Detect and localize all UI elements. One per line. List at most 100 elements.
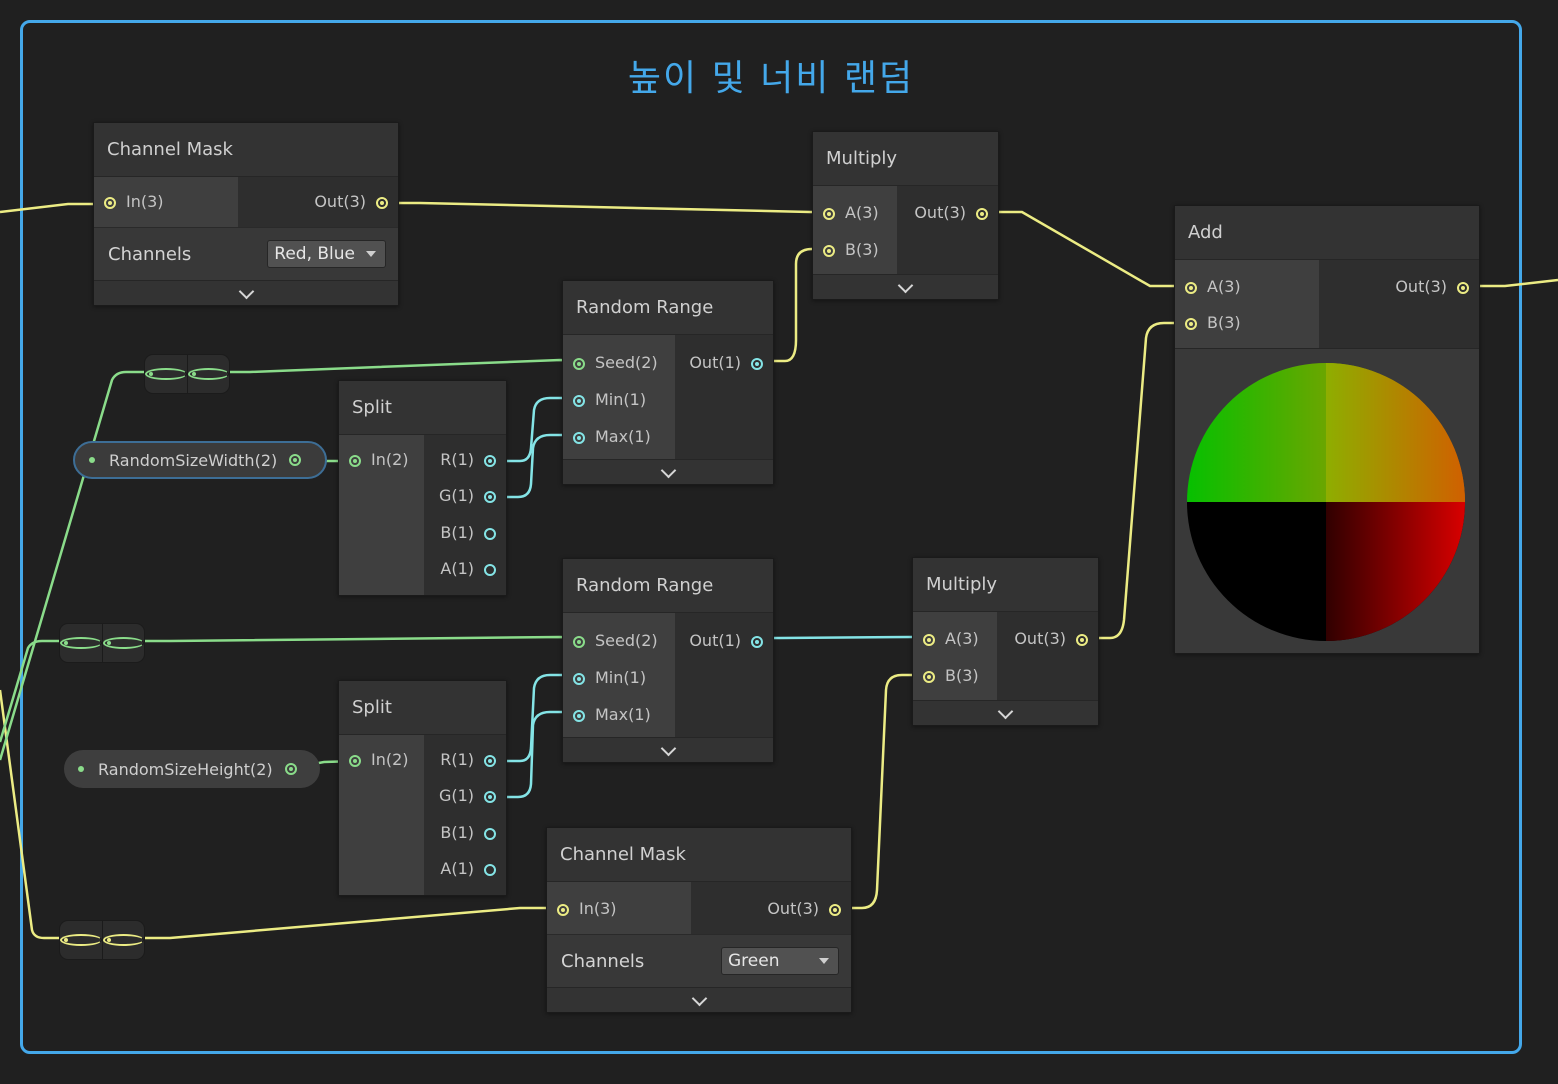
reroute-node-2[interactable] <box>59 623 145 663</box>
split-node-2[interactable]: Split In(2) R(1) G(1) B(1) A(1) <box>338 680 507 896</box>
port-dot-icon <box>573 709 585 722</box>
output-port-out[interactable]: Out(3) <box>314 190 388 214</box>
port-dot-icon <box>1076 633 1088 646</box>
channels-dropdown[interactable]: Red, Blue <box>267 240 386 268</box>
reroute-input[interactable] <box>60 921 103 959</box>
add-node[interactable]: Add A(3) B(3) Out(3) <box>1174 205 1480 654</box>
input-port-seed[interactable]: Seed(2) <box>573 351 658 375</box>
port-dot-icon <box>573 672 585 685</box>
output-port-g[interactable]: G(1) <box>439 784 496 808</box>
chevron-down-icon <box>660 462 676 479</box>
reroute-output[interactable] <box>102 624 144 662</box>
input-port-seed[interactable]: Seed(2) <box>573 629 658 653</box>
output-port-out[interactable]: Out(1) <box>689 629 763 653</box>
property-random-size-width[interactable]: RandomSizeWidth(2) <box>73 441 327 479</box>
input-port-b[interactable]: B(3) <box>823 238 879 262</box>
expand-button[interactable] <box>563 459 773 484</box>
port-label: In(2) <box>371 450 409 469</box>
node-title[interactable]: Random Range <box>563 559 773 613</box>
reroute-node-1[interactable] <box>144 354 230 394</box>
input-port-a[interactable]: A(3) <box>823 201 879 225</box>
port-dot-icon <box>60 637 102 649</box>
input-port-in[interactable]: In(3) <box>104 190 164 214</box>
reroute-output[interactable] <box>187 355 229 393</box>
input-port-a[interactable]: A(3) <box>1185 275 1241 299</box>
node-title[interactable]: Multiply <box>913 558 1098 612</box>
port-dot-icon <box>484 754 496 767</box>
property-random-size-height[interactable]: RandomSizeHeight(2) <box>64 750 320 788</box>
input-port-min[interactable]: Min(1) <box>573 388 646 412</box>
output-port-r[interactable]: R(1) <box>440 448 496 472</box>
channel-mask-node-1[interactable]: Channel Mask In(3) Out(3) Channels Red, … <box>93 122 399 306</box>
node-title[interactable]: Multiply <box>813 132 998 186</box>
reroute-input[interactable] <box>145 355 188 393</box>
chevron-down-icon <box>897 277 914 294</box>
port-label: Min(1) <box>595 390 647 409</box>
channels-setting: Channels Red, Blue <box>94 227 398 280</box>
group-title[interactable]: 높이 및 너비 랜덤 <box>23 49 1519 101</box>
port-dot-icon <box>1185 317 1197 330</box>
input-port-b[interactable]: B(3) <box>923 664 979 688</box>
split-node-1[interactable]: Split In(2) R(1) G(1) B(1) A(1) <box>338 380 507 596</box>
port-dot-icon <box>923 633 935 646</box>
output-port-out[interactable]: Out(1) <box>689 351 763 375</box>
random-range-node-1[interactable]: Random Range Seed(2) Min(1) Max(1) Out(1… <box>562 280 774 485</box>
node-title[interactable]: Channel Mask <box>94 123 398 177</box>
port-dot-icon <box>484 490 496 503</box>
port-label: A(3) <box>1207 277 1241 296</box>
node-title[interactable]: Split <box>339 681 506 735</box>
channels-label: Channels <box>108 243 192 265</box>
expand-button[interactable] <box>94 280 398 305</box>
input-port-max[interactable]: Max(1) <box>573 703 651 727</box>
expand-button[interactable] <box>563 737 773 762</box>
input-port-a[interactable]: A(3) <box>923 627 979 651</box>
chevron-down-icon <box>691 990 707 1007</box>
output-port-b[interactable]: B(1) <box>440 521 496 545</box>
port-label: Max(1) <box>595 427 651 446</box>
output-port-r[interactable]: R(1) <box>440 748 496 772</box>
reroute-node-3[interactable] <box>59 920 145 960</box>
port-label: A(1) <box>440 859 474 878</box>
preview-sphere <box>1187 363 1465 641</box>
reroute-input[interactable] <box>60 624 103 662</box>
port-dot-icon <box>573 635 585 648</box>
port-label: Out(3) <box>314 192 366 211</box>
output-port-a[interactable]: A(1) <box>440 857 496 881</box>
expand-button[interactable] <box>547 987 851 1012</box>
output-port-b[interactable]: B(1) <box>440 821 496 845</box>
port-dot-icon <box>60 934 102 946</box>
port-label: In(2) <box>371 750 409 769</box>
input-port-b[interactable]: B(3) <box>1185 311 1241 335</box>
output-port-out[interactable]: Out(3) <box>767 897 841 921</box>
node-title[interactable]: Random Range <box>563 281 773 335</box>
multiply-node-2[interactable]: Multiply A(3) B(3) Out(3) <box>912 557 1099 726</box>
port-label: Min(1) <box>595 668 647 687</box>
output-port-out[interactable]: Out(3) <box>1395 275 1469 299</box>
channels-dropdown[interactable]: Green <box>721 947 839 975</box>
port-label: G(1) <box>438 786 474 805</box>
input-port-in[interactable]: In(2) <box>349 448 409 472</box>
input-port-in[interactable]: In(3) <box>557 897 617 921</box>
channels-label: Channels <box>561 950 645 972</box>
port-dot-icon <box>484 863 496 876</box>
port-label: R(1) <box>440 450 474 469</box>
reroute-output[interactable] <box>102 921 144 959</box>
random-range-node-2[interactable]: Random Range Seed(2) Min(1) Max(1) Out(1… <box>562 558 774 763</box>
output-port-out[interactable]: Out(3) <box>914 201 988 225</box>
output-port-a[interactable]: A(1) <box>440 557 496 581</box>
channel-mask-node-2[interactable]: Channel Mask In(3) Out(3) Channels Green <box>546 827 852 1013</box>
multiply-node-1[interactable]: Multiply A(3) B(3) Out(3) <box>812 131 999 300</box>
expand-button[interactable] <box>813 274 998 299</box>
port-dot-icon <box>102 934 144 946</box>
node-title[interactable]: Add <box>1175 206 1479 260</box>
node-title[interactable]: Channel Mask <box>547 828 851 882</box>
port-label: Seed(2) <box>595 353 658 372</box>
node-title[interactable]: Split <box>339 381 506 435</box>
port-dot-icon <box>573 394 585 407</box>
input-port-max[interactable]: Max(1) <box>573 425 651 449</box>
input-port-in[interactable]: In(2) <box>349 748 409 772</box>
output-port-out[interactable]: Out(3) <box>1014 627 1088 651</box>
output-port-g[interactable]: G(1) <box>439 484 496 508</box>
expand-button[interactable] <box>913 700 1098 725</box>
input-port-min[interactable]: Min(1) <box>573 666 646 690</box>
